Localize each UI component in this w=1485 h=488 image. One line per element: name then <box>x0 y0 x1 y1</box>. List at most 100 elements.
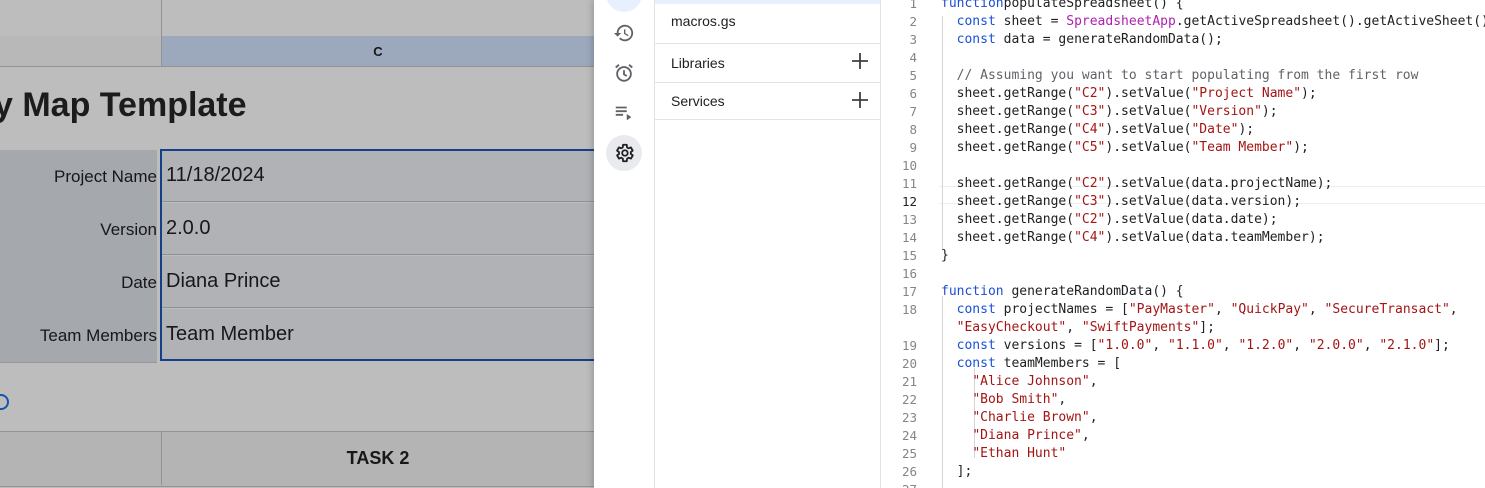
settings-icon[interactable] <box>606 135 642 171</box>
line-number: 13 <box>901 212 917 227</box>
column-header-b[interactable] <box>0 36 162 66</box>
row-label-project-name[interactable]: Project Name <box>0 150 157 204</box>
code-line[interactable]: functionpopulateSpreadsheet() { <box>941 0 1184 13</box>
code-token: data = generateRandomData(); <box>995 32 1223 47</box>
code-token: "C5" <box>1074 140 1106 155</box>
code-token: "PayMaster" <box>1128 302 1215 317</box>
row-label-version[interactable]: Version <box>0 203 157 257</box>
libraries-section[interactable]: Libraries <box>655 43 880 81</box>
line-number: 11 <box>901 176 917 191</box>
line-number: 9 <box>909 140 917 155</box>
code-token: const <box>956 32 996 47</box>
code-token: "C4" <box>1074 122 1106 137</box>
code-token: "C3" <box>1074 104 1106 119</box>
executions-icon[interactable] <box>606 95 642 131</box>
plus-icon[interactable] <box>850 90 870 113</box>
code-token: ).setValue(data.teamMember); <box>1105 230 1325 245</box>
code-token: ).setValue(data.version); <box>1105 194 1302 209</box>
code-token: , <box>1081 428 1090 443</box>
column-header-c[interactable]: C <box>162 36 594 66</box>
link-icon[interactable] <box>0 394 9 410</box>
code-token: ]; <box>941 464 973 479</box>
code-token: ).setValue(data.date); <box>1105 212 1278 227</box>
code-line[interactable]: sheet.getRange("C5").setValue("Team Memb… <box>941 139 1309 157</box>
code-line[interactable]: "Alice Johnson", <box>941 373 1097 391</box>
alarm-icon[interactable] <box>606 55 642 91</box>
code-line[interactable]: sheet.getRange("C2").setValue("Project N… <box>941 85 1317 103</box>
code-token: const <box>956 14 996 29</box>
code-token: ).setValue( <box>1105 86 1192 101</box>
code-token: ).setValue( <box>1105 140 1192 155</box>
code-token: "C2" <box>1074 212 1106 227</box>
code-token: ); <box>1301 86 1317 101</box>
code-token: , <box>1293 338 1309 353</box>
code-line[interactable]: "EasyCheckout", "SwiftPayments"]; <box>941 319 1215 337</box>
code-line[interactable]: const versions = ["1.0.0", "1.1.0", "1.2… <box>941 337 1450 355</box>
code-line[interactable]: const sheet = SpreadsheetApp.getActiveSp… <box>941 13 1485 31</box>
code-token: "C2" <box>1074 176 1106 191</box>
code-line[interactable]: sheet.getRange("C2").setValue(data.date)… <box>941 211 1278 229</box>
code-token: , <box>1308 302 1325 317</box>
code-line[interactable]: sheet.getRange("C4").setValue("Date"); <box>941 121 1254 139</box>
code-token: , <box>1089 410 1098 425</box>
file-item-macros[interactable]: macros.gs <box>655 4 880 38</box>
history-icon[interactable] <box>606 15 642 51</box>
code-line[interactable]: sheet.getRange("C3").setValue(data.versi… <box>941 193 1301 211</box>
code-line[interactable]: const projectNames = ["PayMaster", "Quic… <box>941 301 1458 319</box>
code-editor[interactable]: 1 functionpopulateSpreadsheet() {2 const … <box>881 0 1485 488</box>
code-line[interactable]: ]; <box>941 463 973 481</box>
code-line[interactable]: function generateRandomData() { <box>941 283 1184 301</box>
services-section[interactable]: Services <box>655 82 880 120</box>
code-line[interactable]: } <box>941 247 949 265</box>
code-token: ]; <box>1434 338 1450 353</box>
task-header-left-cell[interactable] <box>0 431 162 485</box>
code-line[interactable]: sheet.getRange("C4").setValue(data.teamM… <box>941 229 1325 247</box>
code-token: "Alice Johnson" <box>972 374 1090 389</box>
code-line[interactable]: "Charlie Brown", <box>941 409 1098 427</box>
line-number: 19 <box>901 338 917 353</box>
selection-outline <box>160 149 594 361</box>
code-token: ).setValue( <box>1105 104 1192 119</box>
code-line[interactable]: "Bob Smith", <box>941 391 1066 409</box>
code-token: populateSpreadsheet() { <box>1003 0 1184 11</box>
line-number: 27 <box>881 481 917 488</box>
code-token: } <box>941 248 949 263</box>
code-token: ).setValue( <box>1105 122 1192 137</box>
services-label: Services <box>671 93 725 109</box>
code-line[interactable]: // Assuming you want to start populating… <box>941 67 1419 85</box>
editor-side-rail <box>594 0 655 488</box>
code-token: "Project Name" <box>1191 86 1302 101</box>
line-number: 24 <box>901 428 917 443</box>
code-token: .getActiveSpreadsheet().getActiveSheet()… <box>1175 14 1485 29</box>
code-token: "C2" <box>1074 86 1106 101</box>
line-number: 18 <box>901 302 917 317</box>
line-number: 10 <box>901 158 917 173</box>
code-line[interactable]: "Ethan Hunt" <box>941 445 1066 463</box>
code-token: const <box>956 356 996 371</box>
task-header-cell[interactable]: TASK 2 <box>162 431 594 485</box>
code-line[interactable]: "Diana Prince", <box>941 427 1090 445</box>
row-label-team-members[interactable]: Team Members <box>0 309 157 363</box>
code-token: "C4" <box>1074 230 1106 245</box>
editor-icon[interactable] <box>606 0 642 12</box>
line-number: 21 <box>901 374 917 389</box>
code-line[interactable]: sheet.getRange("C3").setValue("Version")… <box>941 103 1278 121</box>
file-name: macros.gs <box>671 13 736 29</box>
code-line[interactable]: sheet.getRange("C2").setValue(data.proje… <box>941 175 1333 193</box>
line-number: 6 <box>909 86 917 101</box>
code-token: const <box>956 338 996 353</box>
plus-icon[interactable] <box>850 51 870 74</box>
line-number: 17 <box>901 284 917 299</box>
code-line[interactable]: const data = generateRandomData(); <box>941 31 1223 49</box>
code-line[interactable]: const teamMembers = [ <box>941 355 1121 373</box>
line-number: 23 <box>901 410 917 425</box>
code-token: teamMembers = [ <box>995 356 1122 371</box>
row-label-date[interactable]: Date <box>0 256 157 310</box>
